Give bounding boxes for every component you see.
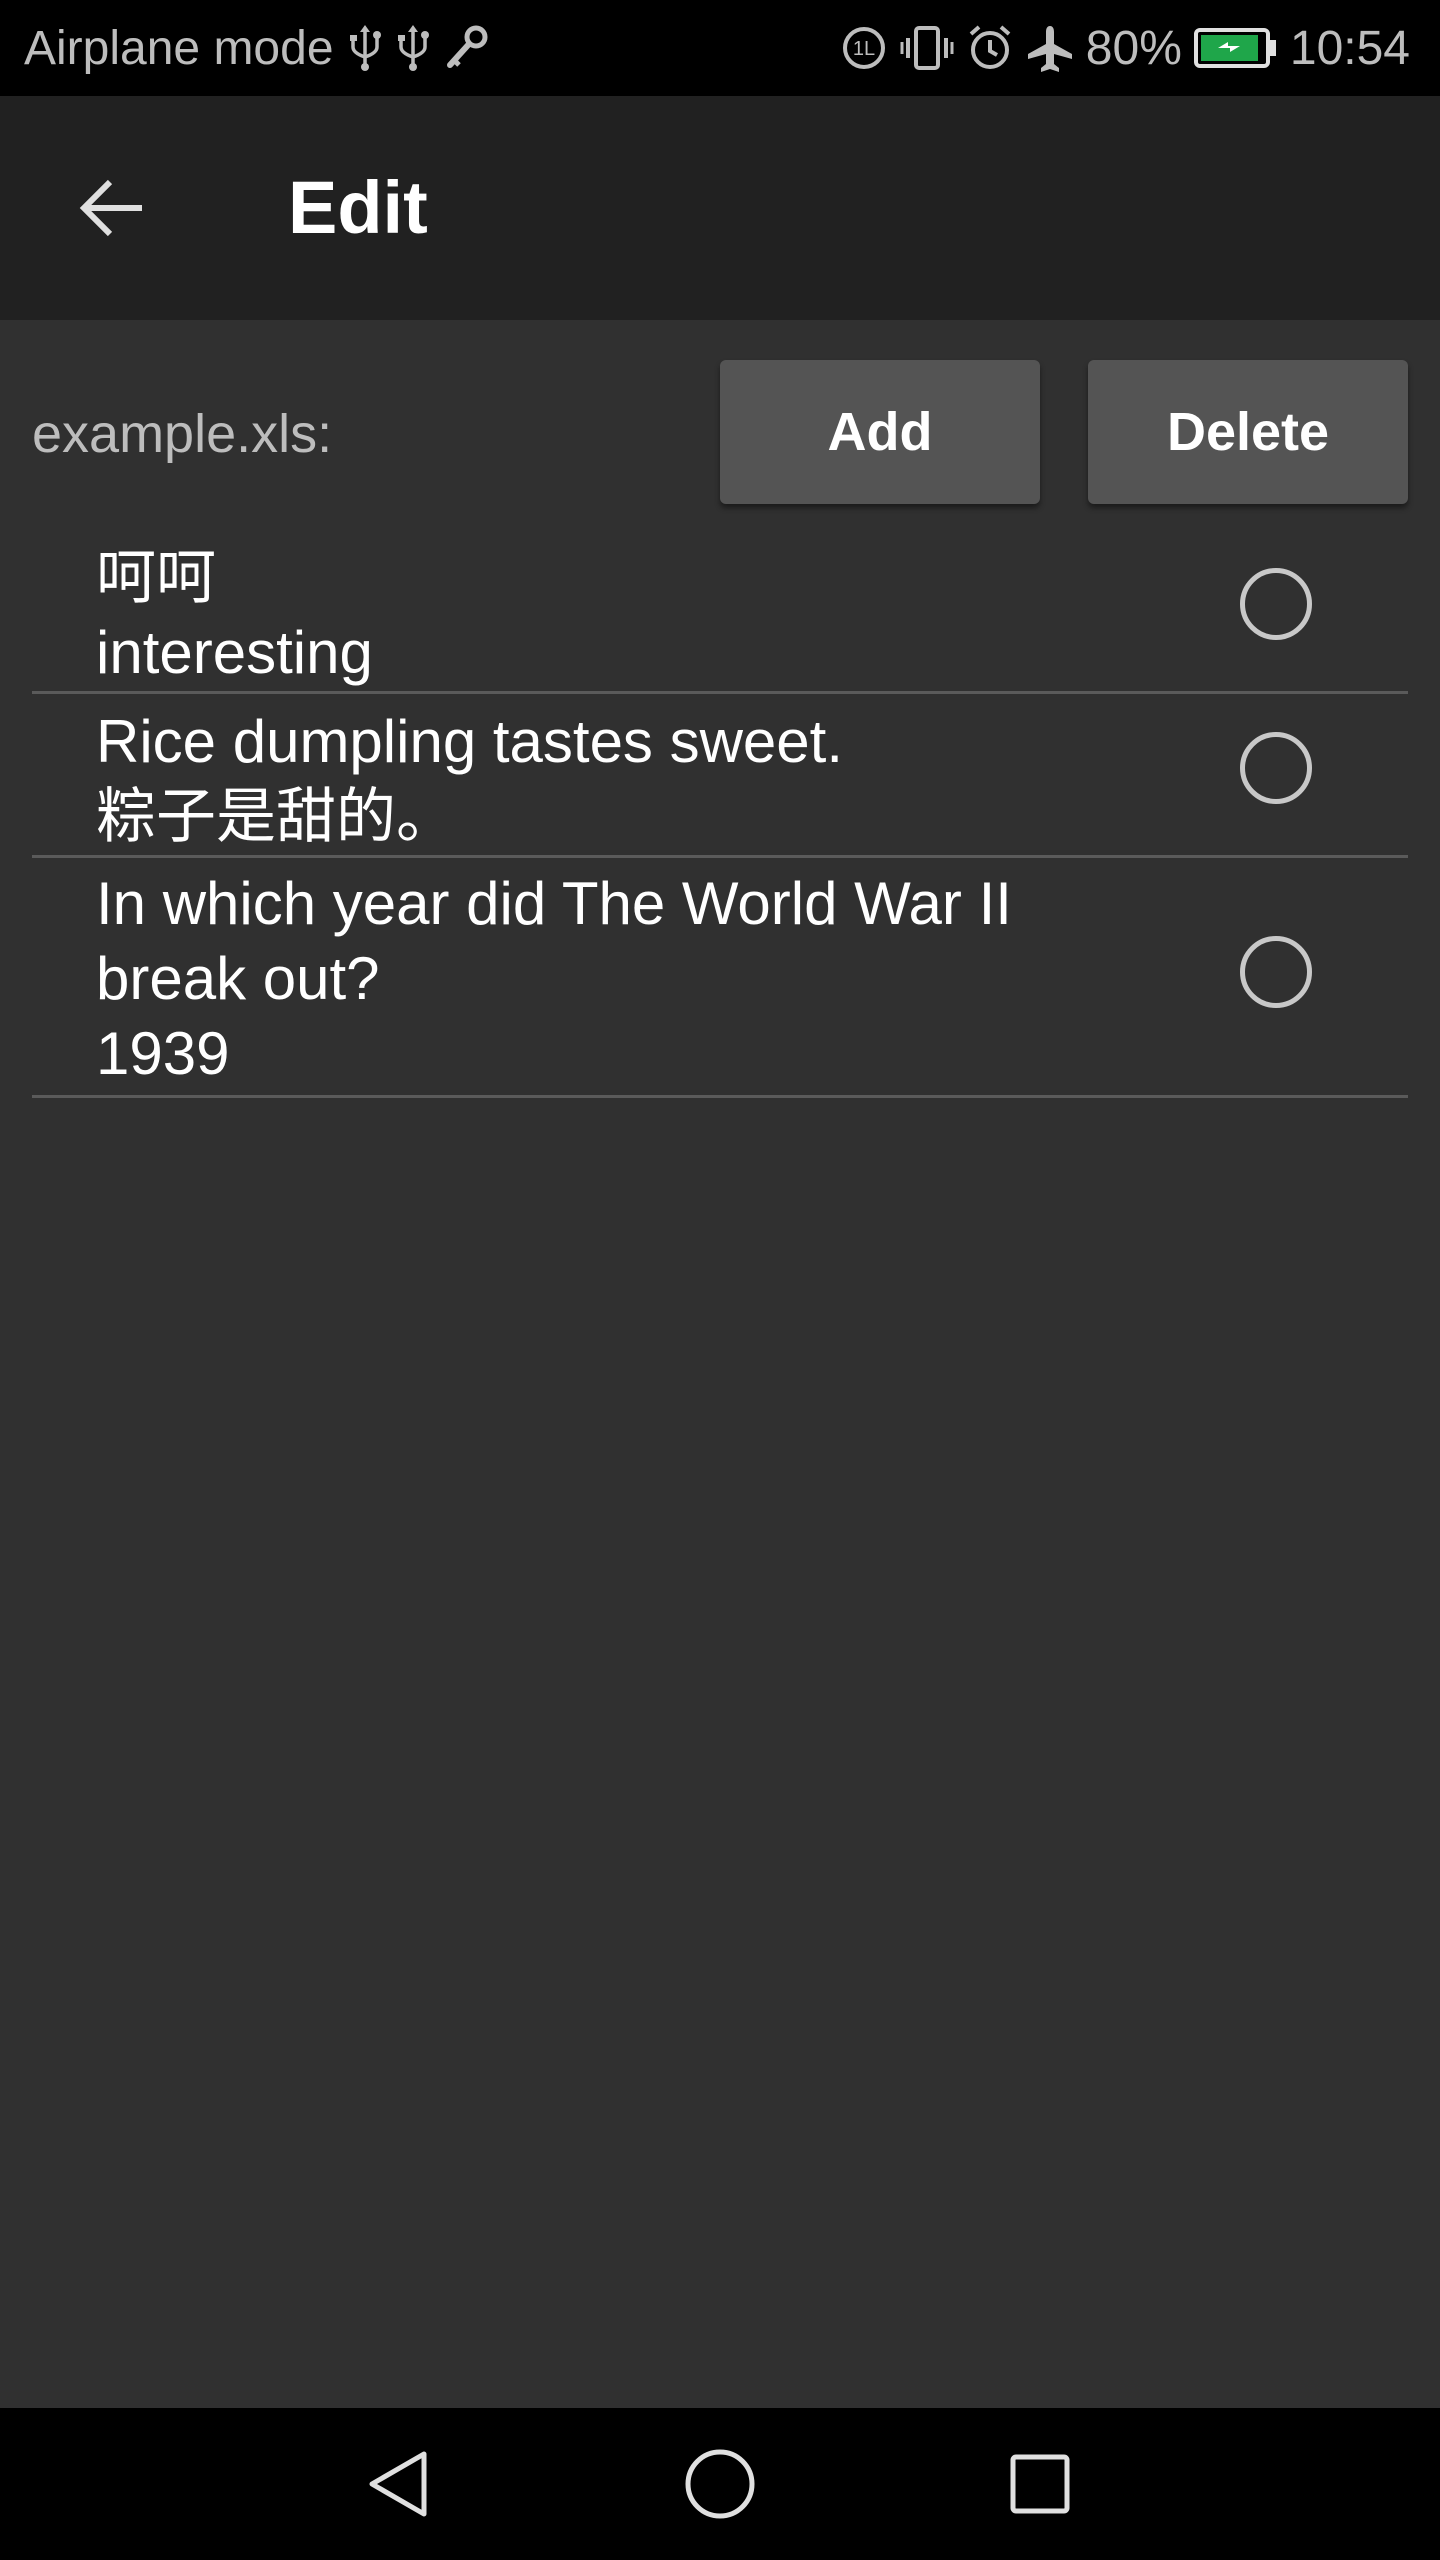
item-line-1: In which year did The World War II — [96, 870, 1012, 937]
alarm-icon — [966, 24, 1014, 72]
screen: Airplane mode 1L 80% 10:54 Edit example.… — [0, 0, 1440, 2560]
list-item[interactable]: In which year did The World War II break… — [32, 858, 1408, 1098]
nav-recents-button[interactable] — [980, 2424, 1100, 2544]
item-text: In which year did The World War II break… — [96, 866, 1136, 1091]
nav-back-button[interactable] — [340, 2424, 460, 2544]
key-icon — [444, 25, 488, 71]
status-left: Airplane mode — [24, 0, 488, 96]
list-item[interactable]: 呵呵 interesting — [32, 528, 1408, 694]
data-saver-icon: 1L — [840, 24, 888, 72]
airplane-icon — [1026, 24, 1074, 72]
entry-list: 呵呵 interesting Rice dumpling tastes swee… — [32, 528, 1408, 1098]
item-line-1: 呵呵 — [96, 544, 216, 611]
delete-button[interactable]: Delete — [1088, 360, 1408, 504]
battery-icon — [1193, 26, 1278, 70]
battery-percent: 80% — [1085, 21, 1182, 75]
file-name-label: example.xls: — [32, 404, 333, 464]
item-line-1: Rice dumpling tastes sweet. — [96, 708, 844, 775]
usb-icon — [396, 25, 430, 71]
select-radio[interactable] — [1240, 568, 1312, 640]
item-text: Rice dumpling tastes sweet. 粽子是甜的。 — [96, 704, 1136, 854]
toolbar: Edit — [0, 96, 1440, 320]
item-line-2: break out? — [96, 945, 380, 1012]
list-item[interactable]: Rice dumpling tastes sweet. 粽子是甜的。 — [32, 694, 1408, 858]
recents-square-icon — [1010, 2454, 1070, 2514]
item-line-3: 1939 — [96, 1020, 230, 1087]
status-bar: Airplane mode 1L 80% 10:54 — [0, 0, 1440, 96]
navigation-bar — [0, 2408, 1440, 2560]
clock-time: 10:54 — [1289, 21, 1410, 75]
svg-text:1L: 1L — [853, 38, 875, 60]
status-right: 1L 80% 10:54 — [840, 0, 1410, 96]
item-line-2: interesting — [96, 619, 373, 686]
home-circle-icon — [685, 2449, 755, 2519]
select-radio[interactable] — [1240, 732, 1312, 804]
usb-icon — [348, 25, 382, 71]
select-radio[interactable] — [1240, 936, 1312, 1008]
add-button[interactable]: Add — [720, 360, 1040, 504]
item-text: 呵呵 interesting — [96, 540, 1136, 690]
airplane-mode-text: Airplane mode — [24, 21, 334, 75]
page-title: Edit — [288, 166, 428, 249]
back-triangle-icon — [369, 2451, 427, 2517]
arrow-left-icon — [79, 179, 142, 237]
back-button[interactable] — [52, 148, 172, 268]
vibrate-icon — [900, 24, 954, 72]
item-line-2: 粽子是甜的。 — [96, 783, 456, 850]
nav-home-button[interactable] — [660, 2424, 780, 2544]
